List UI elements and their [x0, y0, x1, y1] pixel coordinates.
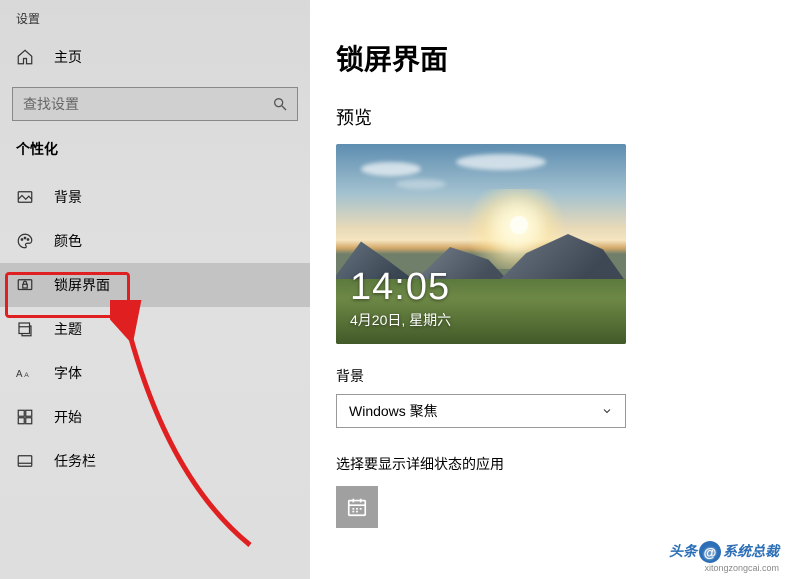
svg-text:A: A: [24, 372, 29, 379]
home-nav[interactable]: 主页: [0, 37, 310, 77]
sidebar-item-label: 任务栏: [54, 451, 96, 471]
preview-date: 4月20日, 星期六: [350, 310, 451, 330]
lockscreen-preview: 14:05 4月20日, 星期六: [336, 144, 626, 344]
sidebar-item-background[interactable]: 背景: [0, 175, 310, 219]
search-icon: [272, 96, 288, 112]
detail-status-label: 选择要显示详细状态的应用: [336, 454, 772, 474]
sidebar-item-taskbar[interactable]: 任务栏: [0, 439, 310, 483]
lockscreen-icon: [16, 276, 34, 294]
dropdown-selected: Windows 聚焦: [349, 401, 438, 421]
watermark: 头条@系统总裁 xitongzongcai.com: [669, 541, 779, 573]
chevron-down-icon: [601, 405, 613, 417]
home-icon: [16, 48, 34, 66]
sidebar-item-label: 开始: [54, 407, 82, 427]
svg-text:A: A: [16, 369, 23, 380]
background-label: 背景: [336, 366, 772, 386]
sidebar-item-themes[interactable]: 主题: [0, 307, 310, 351]
sidebar: 设置 主页 个性化 背景 颜色 锁屏界面 主题: [0, 0, 310, 579]
search-input[interactable]: [12, 87, 298, 121]
background-dropdown[interactable]: Windows 聚焦: [336, 394, 626, 428]
sidebar-item-colors[interactable]: 颜色: [0, 219, 310, 263]
start-icon: [16, 408, 34, 426]
preview-label: 预览: [336, 104, 772, 130]
main-content: 锁屏界面 预览 14:05 4月20日, 星期六 背景 Windows 聚焦 选…: [336, 38, 772, 528]
section-header: 个性化: [0, 139, 310, 175]
detail-app-tile[interactable]: [336, 486, 378, 528]
taskbar-icon: [16, 452, 34, 470]
sidebar-item-label: 字体: [54, 363, 82, 383]
sidebar-item-start[interactable]: 开始: [0, 395, 310, 439]
sidebar-item-label: 锁屏界面: [54, 275, 110, 295]
calendar-icon: [346, 496, 368, 518]
search-box: [12, 87, 298, 121]
sidebar-item-label: 主题: [54, 319, 82, 339]
palette-icon: [16, 232, 34, 250]
sidebar-item-label: 背景: [54, 187, 82, 207]
sidebar-item-label: 颜色: [54, 231, 82, 251]
sidebar-item-lockscreen[interactable]: 锁屏界面: [0, 263, 310, 307]
picture-icon: [16, 188, 34, 206]
home-label: 主页: [54, 47, 82, 67]
app-title: 设置: [0, 10, 310, 37]
themes-icon: [16, 320, 34, 338]
preview-overlay: 14:05 4月20日, 星期六: [350, 268, 451, 330]
sidebar-item-fonts[interactable]: AA 字体: [0, 351, 310, 395]
page-title: 锁屏界面: [336, 38, 772, 78]
preview-time: 14:05: [350, 268, 451, 308]
fonts-icon: AA: [16, 364, 34, 382]
